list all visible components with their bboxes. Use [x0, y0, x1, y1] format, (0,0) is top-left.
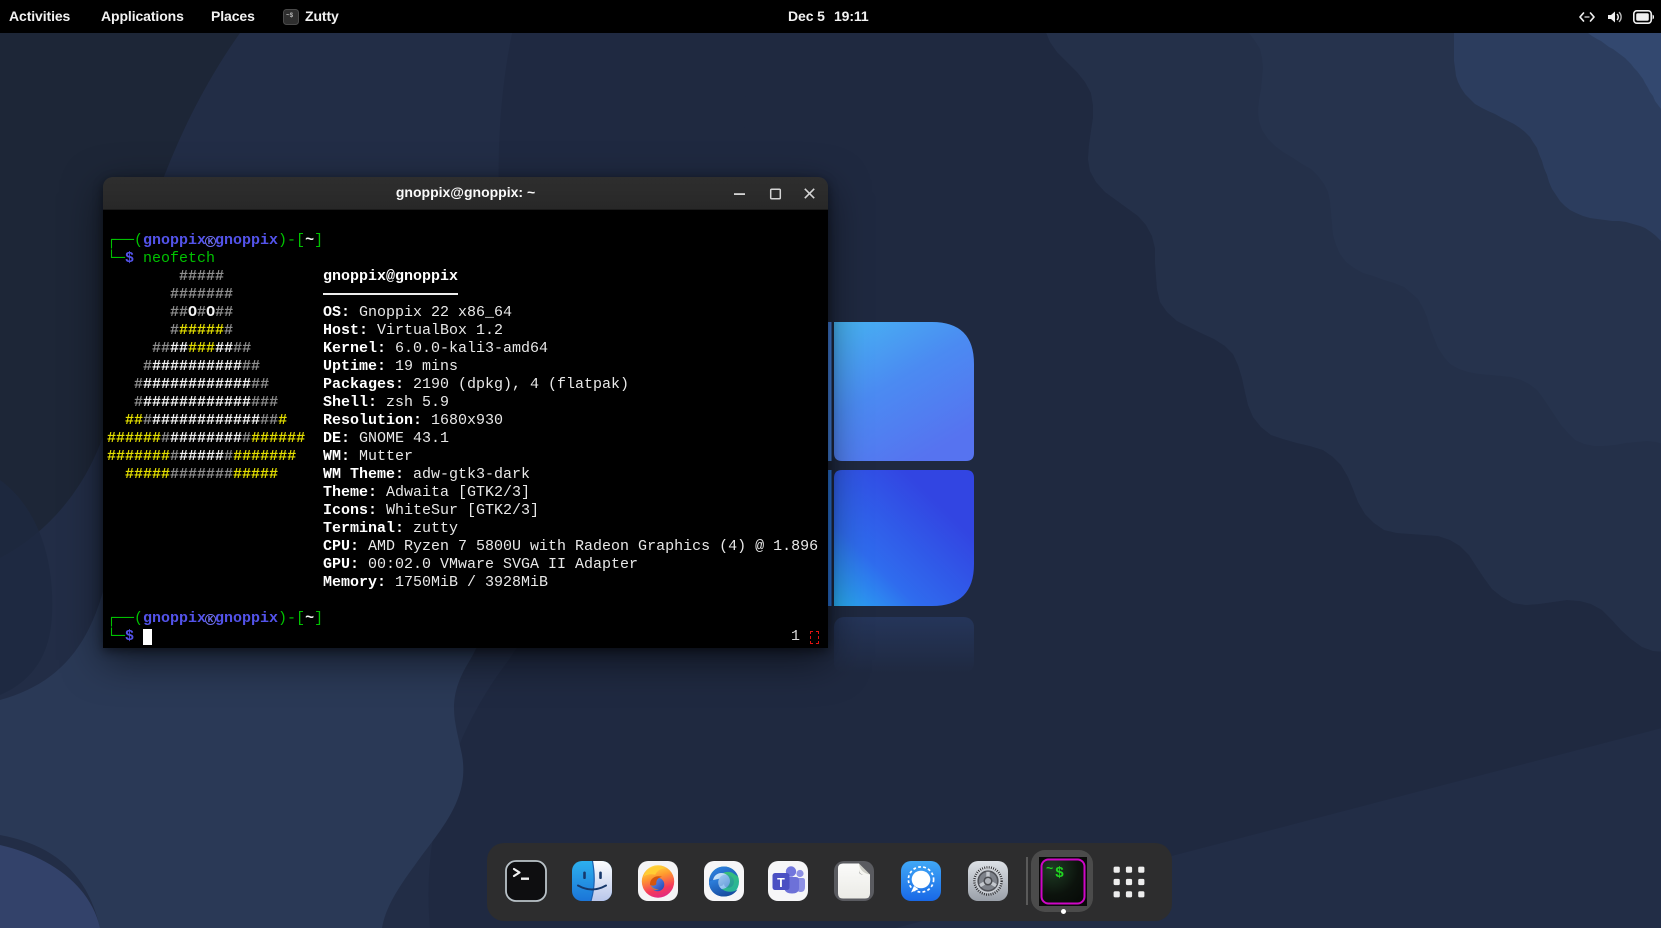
svg-text:$: $	[1055, 865, 1064, 882]
svg-text:T: T	[777, 876, 785, 890]
svg-text:~$: ~$	[286, 12, 294, 19]
svg-text:~: ~	[1046, 862, 1053, 876]
